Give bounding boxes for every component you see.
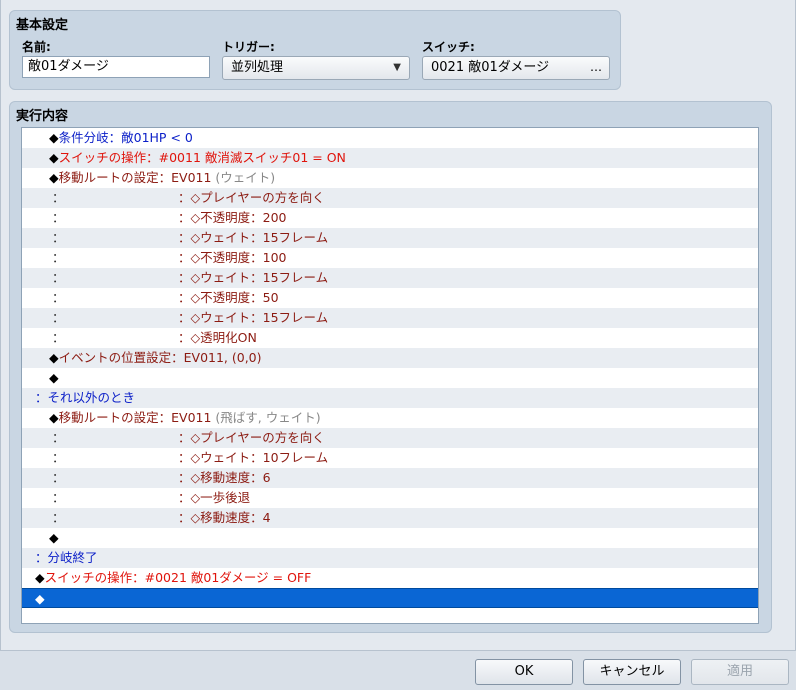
indent-colon: ： <box>52 430 65 445</box>
event-page-frame: 基本設定 名前: 敵01ダメージ トリガー: 並列処理 ▼ スイッチ: 0021… <box>0 0 796 651</box>
indent-colon: ： <box>52 250 65 265</box>
command-row[interactable]: ◆スイッチの操作：#0011 敵消滅スイッチ01 = ON <box>22 148 758 168</box>
command-list[interactable]: ◆条件分岐：敵01HP < 0 ◆スイッチの操作：#0011 敵消滅スイッチ01 … <box>21 127 759 624</box>
move-route-step: ：◇不透明度：50 <box>178 290 279 305</box>
command-row-selected[interactable]: ◆ <box>22 588 758 608</box>
chevron-down-icon: ▼ <box>393 62 401 73</box>
trigger-label: トリガー: <box>222 40 275 54</box>
indent-colon: ： <box>52 290 65 305</box>
command-row[interactable]: ： ：◇ウェイト：15フレーム <box>22 308 758 328</box>
trigger-value: 並列処理 <box>231 60 284 75</box>
ok-button[interactable]: OK <box>475 659 573 685</box>
indent-colon: ： <box>52 210 65 225</box>
indent-colon: ： <box>52 510 65 525</box>
command-row[interactable]: ◆イベントの位置設定：EV011, (0,0) <box>22 348 758 368</box>
move-route-step: ：◇ウェイト：15フレーム <box>178 270 329 285</box>
indent-colon: ： <box>52 190 65 205</box>
cancel-button[interactable]: キャンセル <box>583 659 681 685</box>
diamond-icon: ◆ <box>49 150 59 165</box>
diamond-icon: ◆ <box>49 530 59 545</box>
diamond-icon: ◆ <box>49 130 59 145</box>
command-text: 移動ルートの設定：EV011 <box>58 170 212 185</box>
diamond-icon: ◆ <box>35 570 45 585</box>
name-field[interactable]: 敵01ダメージ <box>22 56 210 78</box>
command-row[interactable]: ：それ以外のとき <box>22 388 758 408</box>
move-route-step: ：◇ウェイト：15フレーム <box>178 310 329 325</box>
move-route-step: ：◇プレイヤーの方を向く <box>178 190 325 205</box>
command-row[interactable]: ◆スイッチの操作：#0021 敵01ダメージ = OFF <box>22 568 758 588</box>
move-route-step: ：◇移動速度：6 <box>178 470 271 485</box>
move-route-step: ：◇ウェイト：10フレーム <box>178 450 329 465</box>
indent-colon: ： <box>52 230 65 245</box>
command-text: (飛ばす, ウェイト) <box>211 410 321 425</box>
command-row[interactable]: ： ：◇透明化ON <box>22 328 758 348</box>
diamond-icon: ◆ <box>49 410 59 425</box>
apply-button[interactable]: 適用 <box>691 659 789 685</box>
command-row[interactable]: ： ：◇ウェイト：10フレーム <box>22 448 758 468</box>
indent-colon: ： <box>52 490 65 505</box>
command-row[interactable]: ： ：◇プレイヤーの方を向く <box>22 428 758 448</box>
indent-colon: ： <box>52 270 65 285</box>
name-label: 名前: <box>22 40 51 54</box>
indent-colon: ： <box>52 470 65 485</box>
basic-settings-panel: 基本設定 名前: 敵01ダメージ トリガー: 並列処理 ▼ スイッチ: 0021… <box>9 10 621 90</box>
command-row[interactable]: ◆移動ルートの設定：EV011 (飛ばす, ウェイト) <box>22 408 758 428</box>
trigger-select[interactable]: 並列処理 ▼ <box>222 56 410 80</box>
command-row[interactable]: ◆条件分岐：敵01HP < 0 <box>22 128 758 148</box>
command-row[interactable]: ◆移動ルートの設定：EV011 (ウェイト) <box>22 168 758 188</box>
basic-settings-title: 基本設定 <box>16 18 69 33</box>
switch-value: 0021 敵01ダメージ <box>431 60 550 75</box>
move-route-step: ：◇ウェイト：15フレーム <box>178 230 329 245</box>
diamond-icon: ◆ <box>49 170 59 185</box>
contents-panel: 実行内容 ◆条件分岐：敵01HP < 0 ◆スイッチの操作：#0011 敵消滅スイ… <box>9 101 772 633</box>
command-row[interactable]: ： ：◇移動速度：6 <box>22 468 758 488</box>
move-route-step: ：◇不透明度：100 <box>178 250 287 265</box>
switch-select[interactable]: 0021 敵01ダメージ … <box>422 56 610 80</box>
command-text: イベントの位置設定：EV011, (0,0) <box>58 350 262 365</box>
ellipsis-icon: … <box>590 60 603 74</box>
diamond-icon: ◆ <box>35 591 45 606</box>
move-route-step: ：◇移動速度：4 <box>178 510 271 525</box>
command-text: スイッチの操作：#0011 敵消滅スイッチ01 = ON <box>58 150 346 165</box>
command-text: ：分岐終了 <box>35 550 98 565</box>
move-route-step: ：◇不透明度：200 <box>178 210 287 225</box>
indent-colon: ： <box>52 450 65 465</box>
command-row[interactable]: ◆ <box>22 528 758 548</box>
command-text: 移動ルートの設定：EV011 <box>58 410 212 425</box>
command-row[interactable]: ： ：◇プレイヤーの方を向く <box>22 188 758 208</box>
move-route-step: ：◇一歩後退 <box>178 490 251 505</box>
diamond-icon: ◆ <box>49 350 59 365</box>
command-text: スイッチの操作：#0021 敵01ダメージ = OFF <box>44 570 312 585</box>
command-row[interactable]: ： ：◇不透明度：200 <box>22 208 758 228</box>
indent-colon: ： <box>52 310 65 325</box>
command-row[interactable]: ： ：◇一歩後退 <box>22 488 758 508</box>
move-route-step: ：◇プレイヤーの方を向く <box>178 430 325 445</box>
switch-label: スイッチ: <box>422 40 475 54</box>
contents-title: 実行内容 <box>16 109 69 124</box>
command-text: 条件分岐：敵01HP < 0 <box>58 130 193 145</box>
command-row[interactable]: ： ：◇ウェイト：15フレーム <box>22 228 758 248</box>
command-text: ：それ以外のとき <box>35 390 136 405</box>
command-row[interactable]: ： ：◇不透明度：50 <box>22 288 758 308</box>
diamond-icon: ◆ <box>49 370 59 385</box>
move-route-step: ：◇透明化ON <box>178 330 257 345</box>
command-text: (ウェイト) <box>211 170 276 185</box>
command-row[interactable]: ◆ <box>22 368 758 388</box>
command-row[interactable]: ：分岐終了 <box>22 548 758 568</box>
command-row[interactable]: ： ：◇移動速度：4 <box>22 508 758 528</box>
command-row[interactable]: ： ：◇不透明度：100 <box>22 248 758 268</box>
command-row[interactable]: ： ：◇ウェイト：15フレーム <box>22 268 758 288</box>
indent-colon: ： <box>52 330 65 345</box>
